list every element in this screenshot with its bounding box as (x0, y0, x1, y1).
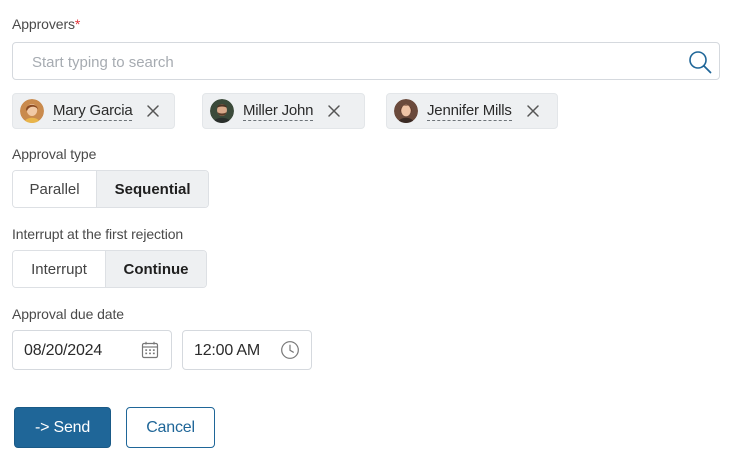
approval-type-label: Approval type (12, 146, 97, 162)
approval-type-toggle[interactable]: Parallel Sequential (12, 170, 209, 208)
avatar-miller-john (210, 99, 234, 123)
approver-search[interactable] (12, 42, 720, 81)
avatar-mary-garcia (20, 99, 44, 123)
calendar-icon[interactable] (140, 340, 160, 360)
remove-approver-icon[interactable] (327, 104, 341, 118)
approver-name[interactable]: Jennifer Mills (427, 102, 512, 121)
approver-name[interactable]: Mary Garcia (53, 102, 133, 121)
remove-approver-icon[interactable] (526, 104, 540, 118)
approver-chip-jennifer-mills[interactable]: Jennifer Mills (386, 93, 558, 129)
date-value: 08/20/2024 (24, 342, 103, 359)
interrupt-toggle[interactable]: Interrupt Continue (12, 250, 207, 288)
due-date-label: Approval due date (12, 306, 124, 322)
send-button[interactable]: -> Send (14, 407, 111, 448)
avatar-jennifer-mills (394, 99, 418, 123)
approver-chip-miller-john[interactable]: Miller John (202, 93, 365, 129)
cancel-button[interactable]: Cancel (126, 407, 215, 448)
clock-icon[interactable] (280, 340, 300, 360)
required-mark: * (74, 16, 81, 32)
interrupt-option[interactable]: Interrupt (13, 251, 106, 287)
approval-type-parallel-option[interactable]: Parallel (13, 171, 97, 207)
search-icon[interactable] (687, 49, 713, 75)
approvers-label-text: Approvers (12, 16, 75, 32)
approver-chip-mary-garcia[interactable]: Mary Garcia (12, 93, 175, 129)
time-value: 12:00 AM (194, 342, 261, 359)
interrupt-label: Interrupt at the first rejection (12, 226, 184, 242)
approver-name[interactable]: Miller John (243, 102, 314, 121)
approval-type-sequential-option[interactable]: Sequential (96, 171, 208, 207)
approver-search-input[interactable] (30, 43, 674, 81)
approvers-label: Approvers* (12, 16, 80, 32)
remove-approver-icon[interactable] (146, 104, 160, 118)
date-field[interactable]: 08/20/2024 (12, 330, 172, 370)
time-field[interactable]: 12:00 AM (182, 330, 312, 370)
continue-option[interactable]: Continue (105, 251, 206, 287)
